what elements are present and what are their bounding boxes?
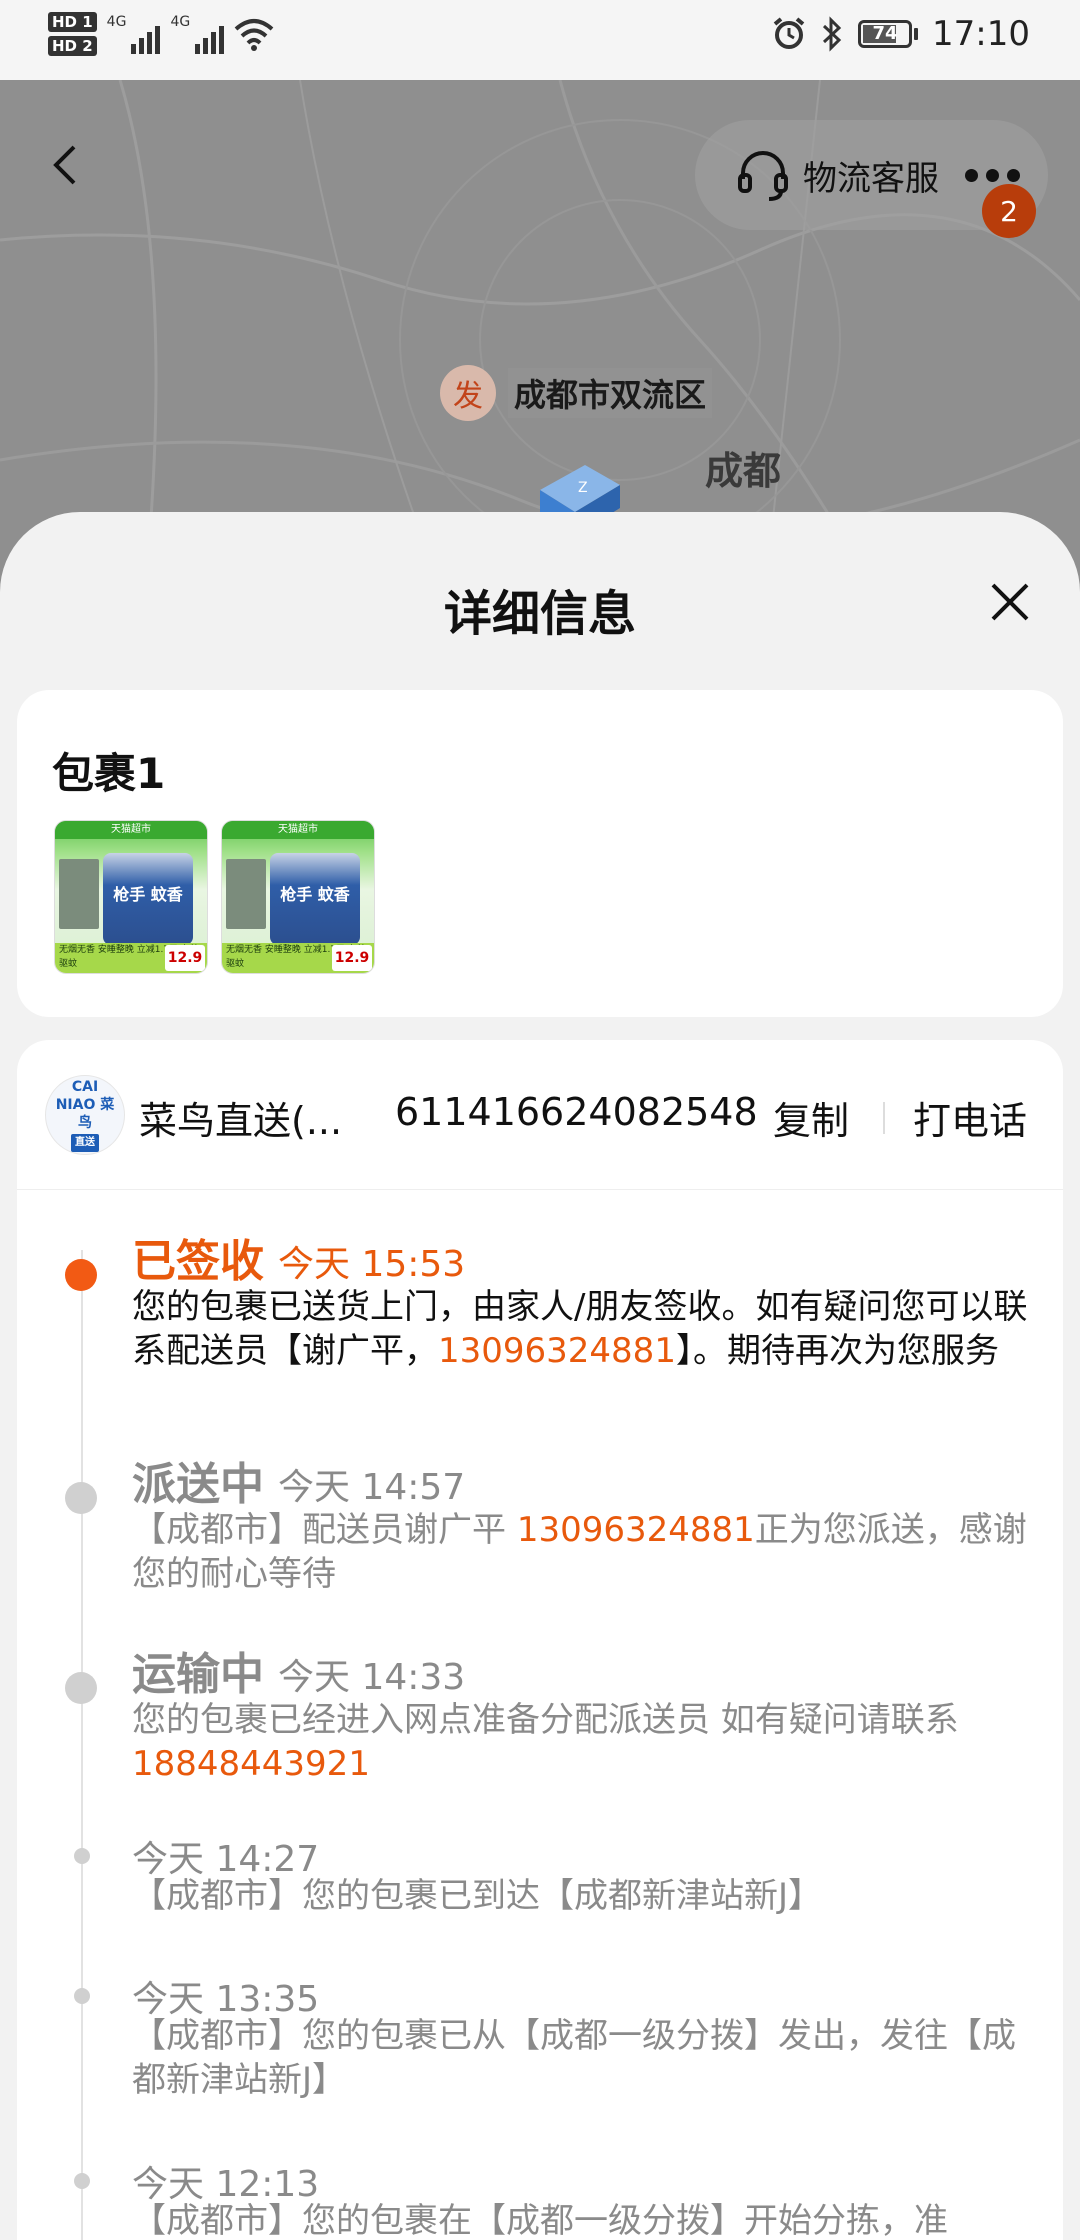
thumbnail-header: 天猫超市 bbox=[222, 821, 374, 839]
signal-2-icon: 4G bbox=[170, 14, 225, 54]
thumbnail-price: 12.9 bbox=[165, 945, 205, 971]
bluetooth-icon bbox=[822, 16, 842, 52]
carrier-row: CAI NIAO 菜鸟 直送 菜鸟直送(... 611416624082548 … bbox=[17, 1040, 1063, 1190]
copy-button[interactable]: 复制 bbox=[773, 1090, 849, 1145]
event-status: 已签收 bbox=[132, 1236, 264, 1287]
status-right: 74 17:10 bbox=[772, 14, 1030, 54]
origin-marker[interactable]: 发 成都市双流区 bbox=[440, 365, 713, 421]
tracking-number: 611416624082548 bbox=[395, 1090, 758, 1134]
carrier-logo: CAI NIAO 菜鸟 直送 bbox=[45, 1075, 125, 1155]
headset-icon bbox=[738, 151, 788, 201]
timeline-dot bbox=[74, 1848, 90, 1864]
alarm-icon bbox=[773, 17, 805, 49]
details-sheet: 详细信息 包裹1 天猫超市 枪手 蚊香 无烟无香 安睡整晚 立减1.7元 有效驱… bbox=[0, 512, 1080, 2240]
signal-1-icon: 4G bbox=[107, 14, 161, 54]
sheet-title: 详细信息 bbox=[443, 586, 636, 642]
back-button[interactable] bbox=[40, 140, 90, 190]
thumbnail-label: 枪手 蚊香 bbox=[280, 885, 350, 904]
customer-service-label: 物流客服 bbox=[803, 158, 939, 199]
package-title: 包裹1 bbox=[52, 749, 166, 798]
status-left: HD 1 HD 2 4G 4G bbox=[48, 12, 274, 56]
more-icon[interactable] bbox=[965, 168, 1020, 182]
timeline-dot bbox=[65, 1482, 97, 1514]
event-time: 今天 15:53 bbox=[278, 1244, 466, 1285]
event-time: 今天 14:57 bbox=[278, 1467, 466, 1508]
event-status: 运输中 bbox=[132, 1649, 264, 1700]
event-status: 派送中 bbox=[132, 1459, 264, 1510]
phone-link[interactable]: 13096324881 bbox=[517, 1510, 755, 1550]
timeline-dot bbox=[74, 2173, 90, 2189]
product-thumbnail[interactable]: 天猫超市 枪手 蚊香 无烟无香 安睡整晚 立减1.7元 有效驱蚊 12.9 bbox=[54, 820, 208, 974]
event-time: 今天 14:33 bbox=[278, 1657, 466, 1698]
close-icon[interactable] bbox=[985, 577, 1035, 627]
sim1-badge: HD 1 bbox=[48, 12, 97, 32]
origin-name: 成都市双流区 bbox=[508, 368, 713, 418]
phone-link[interactable]: 13096324881 bbox=[438, 1331, 676, 1371]
event-description: 您的包裹已经进入网点准备分配派送员 如有疑问请联系18848443921 bbox=[132, 1700, 959, 1784]
timeline-dot bbox=[74, 1988, 90, 2004]
event-description: 【成都市】您的包裹在【成都一级分拨】开始分拣，准 bbox=[132, 2201, 948, 2240]
origin-marker-icon: 发 bbox=[440, 365, 496, 421]
product-thumbnail[interactable]: 天猫超市 枪手 蚊香 无烟无香 安睡整晚 立减1.7元 有效驱蚊 12.9 bbox=[221, 820, 375, 974]
sim-indicators: HD 1 HD 2 bbox=[48, 12, 97, 56]
notification-badge: 2 bbox=[982, 184, 1036, 238]
call-button[interactable]: 打电话 bbox=[913, 1090, 1027, 1145]
sim2-badge: HD 2 bbox=[48, 36, 97, 56]
event-description: 您的包裹已送货上门，由家人/朋友签收。如有疑问您可以联系配送员【谢广平，1309… bbox=[132, 1287, 1028, 1371]
clock: 17:10 bbox=[932, 14, 1030, 54]
timeline-line bbox=[81, 1250, 83, 2240]
tracking-card: CAI NIAO 菜鸟 直送 菜鸟直送(... 611416624082548 … bbox=[17, 1040, 1063, 2240]
timeline-dot-active bbox=[65, 1259, 97, 1291]
city-label: 成都 bbox=[705, 449, 782, 493]
wifi-icon bbox=[234, 19, 274, 51]
event-description: 【成都市】您的包裹已到达【成都新津站新J】 bbox=[132, 1876, 823, 1916]
carrier-name: 菜鸟直送(... bbox=[139, 1099, 343, 1143]
event-description: 【成都市】配送员谢广平 13096324881正为您派送，感谢您的耐心等待 bbox=[132, 1510, 1027, 1594]
divider bbox=[883, 1102, 885, 1134]
event-description: 【成都市】您的包裹已从【成都一级分拨】发出，发往【成都新津站新J】 bbox=[132, 2016, 1016, 2100]
battery-icon: 74 bbox=[858, 20, 919, 48]
back-arrow-icon bbox=[53, 145, 76, 185]
status-bar: HD 1 HD 2 4G 4G 74 17:10 bbox=[0, 0, 1080, 80]
thumbnail-header: 天猫超市 bbox=[55, 821, 207, 839]
phone-link[interactable]: 18848443921 bbox=[132, 1744, 370, 1784]
svg-text:Z: Z bbox=[578, 480, 588, 496]
package-card: 包裹1 天猫超市 枪手 蚊香 无烟无香 安睡整晚 立减1.7元 有效驱蚊 12.… bbox=[17, 690, 1063, 1017]
timeline-dot bbox=[65, 1672, 97, 1704]
thumbnail-label: 枪手 蚊香 bbox=[113, 885, 183, 904]
thumbnail-price: 12.9 bbox=[332, 945, 372, 971]
